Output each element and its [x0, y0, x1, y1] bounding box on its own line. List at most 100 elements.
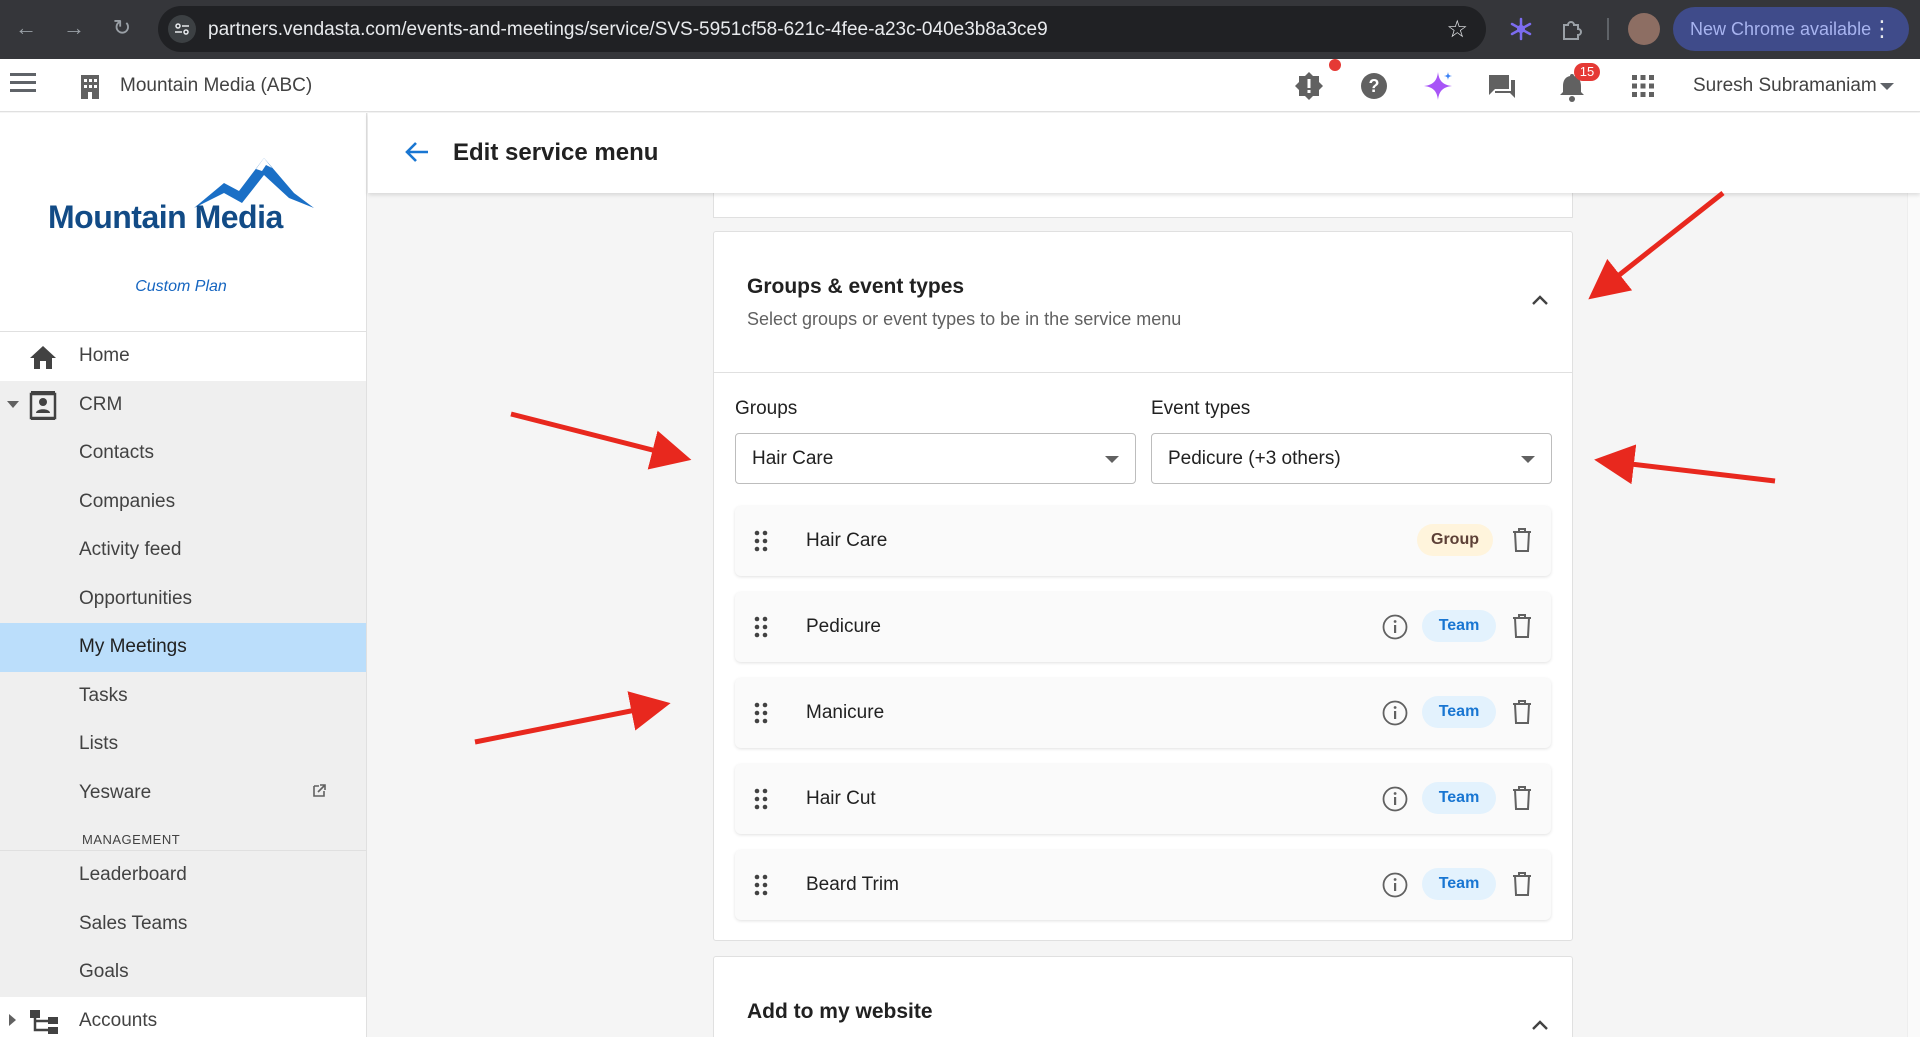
- user-menu-chevron-icon[interactable]: [1880, 83, 1894, 90]
- sidebar-item-my-meetings[interactable]: My Meetings: [0, 623, 366, 672]
- delete-trash-icon[interactable]: [1512, 614, 1532, 638]
- hamburger-menu-icon[interactable]: [10, 73, 36, 95]
- sidebar-item-contacts[interactable]: Contacts: [0, 429, 366, 478]
- sidebar-item-activity-feed[interactable]: Activity feed: [0, 526, 366, 575]
- list-item[interactable]: Beard Trim Team: [735, 850, 1551, 920]
- browser-toolbar: ← → ↻ partners.vendasta.com/events-and-m…: [0, 0, 1920, 59]
- team-badge: Team: [1422, 610, 1496, 642]
- building-icon: [81, 75, 99, 99]
- site-settings-icon[interactable]: [168, 15, 196, 43]
- collapse-chevron-up-icon[interactable]: [1531, 294, 1549, 306]
- previous-card-bottom: [713, 190, 1573, 218]
- address-bar[interactable]: partners.vendasta.com/events-and-meeting…: [158, 6, 1486, 52]
- drag-handle-icon[interactable]: [754, 788, 768, 810]
- more-options-icon[interactable]: ⋮: [1871, 7, 1893, 51]
- info-icon[interactable]: [1382, 700, 1408, 726]
- info-icon[interactable]: [1382, 614, 1408, 640]
- sidebar-item-goals[interactable]: Goals: [0, 948, 366, 997]
- business-name[interactable]: Mountain Media (ABC): [120, 75, 312, 97]
- sidebar-item-yesware[interactable]: Yesware: [0, 768, 366, 817]
- sidebar-item-label: My Meetings: [79, 636, 187, 657]
- nav-list: Home CRM Contacts Companies Activity fee…: [0, 331, 366, 1037]
- ai-sparkle-icon[interactable]: [1421, 69, 1455, 103]
- company-logo: Mountain Media: [48, 153, 318, 235]
- list-item[interactable]: Manicure Team: [735, 678, 1551, 748]
- expand-chevron-icon[interactable]: [9, 1013, 16, 1026]
- url-text[interactable]: partners.vendasta.com/events-and-meeting…: [208, 19, 1048, 41]
- drag-handle-icon[interactable]: [754, 530, 768, 552]
- chat-icon[interactable]: [1485, 69, 1519, 103]
- sidebar-item-leaderboard[interactable]: Leaderboard: [0, 851, 366, 900]
- info-icon[interactable]: [1382, 786, 1408, 812]
- event-types-label: Event types: [1151, 398, 1251, 419]
- item-name: Hair Care: [806, 530, 888, 551]
- forward-icon[interactable]: →: [60, 14, 88, 42]
- page-header: Edit service menu: [368, 113, 1920, 193]
- annotation-arrow: [1594, 444, 1776, 485]
- drag-handle-icon[interactable]: [754, 874, 768, 896]
- annotation-arrow: [1588, 191, 1725, 300]
- list-item[interactable]: Pedicure Team: [735, 592, 1551, 662]
- profile-avatar[interactable]: [1628, 13, 1660, 45]
- delete-trash-icon[interactable]: [1512, 700, 1532, 724]
- list-item[interactable]: Hair Cut Team: [735, 764, 1551, 834]
- delete-trash-icon[interactable]: [1512, 872, 1532, 896]
- drag-handle-icon[interactable]: [754, 616, 768, 638]
- list-item[interactable]: Hair Care Group: [735, 506, 1551, 576]
- help-icon[interactable]: ?: [1357, 69, 1391, 103]
- bookmark-star-icon[interactable]: ☆: [1446, 15, 1468, 44]
- annotation-arrow: [474, 691, 671, 745]
- page-title: Edit service menu: [453, 139, 659, 166]
- drag-handle-icon[interactable]: [754, 702, 768, 724]
- annotation-arrow: [510, 411, 692, 470]
- team-badge: Team: [1422, 696, 1496, 728]
- sidebar-item-opportunities[interactable]: Opportunities: [0, 574, 366, 623]
- reload-icon[interactable]: ↻: [108, 14, 136, 42]
- card-title: Groups & event types: [747, 275, 965, 298]
- chrome-update-button[interactable]: New Chrome available ⋮: [1673, 7, 1909, 51]
- sidebar-item-lists[interactable]: Lists: [0, 720, 366, 769]
- group-badge: Group: [1417, 524, 1493, 556]
- team-badge: Team: [1422, 868, 1496, 900]
- add-to-website-card[interactable]: Add to my website: [713, 956, 1573, 1037]
- sidebar-item-label: Opportunities: [79, 587, 193, 609]
- sidebar-item-label: CRM: [79, 393, 123, 415]
- extensions-puzzle-icon[interactable]: [1557, 14, 1587, 44]
- item-name: Hair Cut: [806, 788, 876, 809]
- delete-trash-icon[interactable]: [1512, 528, 1532, 552]
- item-name: Beard Trim: [806, 874, 899, 895]
- external-link-icon: [313, 783, 326, 797]
- sidebar-item-label: Yesware: [79, 781, 152, 803]
- management-section-heading: MANAGEMENT: [0, 817, 366, 851]
- alert-badge-icon[interactable]: [1292, 69, 1326, 103]
- card-header[interactable]: Groups & event types Select groups or ev…: [714, 232, 1572, 373]
- sidebar-item-home[interactable]: Home: [0, 332, 366, 381]
- extension-snowflake-icon[interactable]: [1506, 14, 1536, 44]
- user-name[interactable]: Suresh Subramaniam: [1693, 75, 1877, 97]
- sidebar-item-tasks[interactable]: Tasks: [0, 671, 366, 720]
- back-arrow-icon[interactable]: [404, 139, 430, 165]
- event-types-select[interactable]: Pedicure (+3 others): [1151, 433, 1552, 484]
- sidebar-item-companies[interactable]: Companies: [0, 477, 366, 526]
- dropdown-arrow-icon: [1521, 456, 1535, 463]
- expand-chevron-icon[interactable]: [7, 400, 19, 408]
- sidebar-item-crm[interactable]: CRM: [0, 380, 366, 429]
- page-scrollbar[interactable]: [1907, 193, 1920, 1037]
- groups-select-value: Hair Care: [752, 448, 834, 469]
- sidebar-item-accounts[interactable]: Accounts: [0, 996, 366, 1037]
- logo-text: Mountain Media: [48, 199, 283, 235]
- card-subtitle: Select groups or event types to be in th…: [747, 309, 1182, 329]
- contacts-book-icon: [29, 390, 57, 420]
- event-types-select-value: Pedicure (+3 others): [1168, 448, 1341, 469]
- plan-label[interactable]: Custom Plan: [0, 278, 362, 296]
- delete-trash-icon[interactable]: [1512, 786, 1532, 810]
- back-icon[interactable]: ←: [12, 14, 40, 42]
- apps-grid-icon[interactable]: [1626, 69, 1660, 103]
- sidebar-item-label: Sales Teams: [79, 912, 188, 934]
- sidebar-item-sales-teams[interactable]: Sales Teams: [0, 899, 366, 948]
- groups-select[interactable]: Hair Care: [735, 433, 1136, 484]
- item-name: Pedicure: [806, 616, 881, 637]
- collapse-chevron-up-icon[interactable]: [1531, 1019, 1549, 1031]
- info-icon[interactable]: [1382, 872, 1408, 898]
- app-header: Mountain Media (ABC) ? 15 Suresh Subrama…: [0, 59, 1920, 112]
